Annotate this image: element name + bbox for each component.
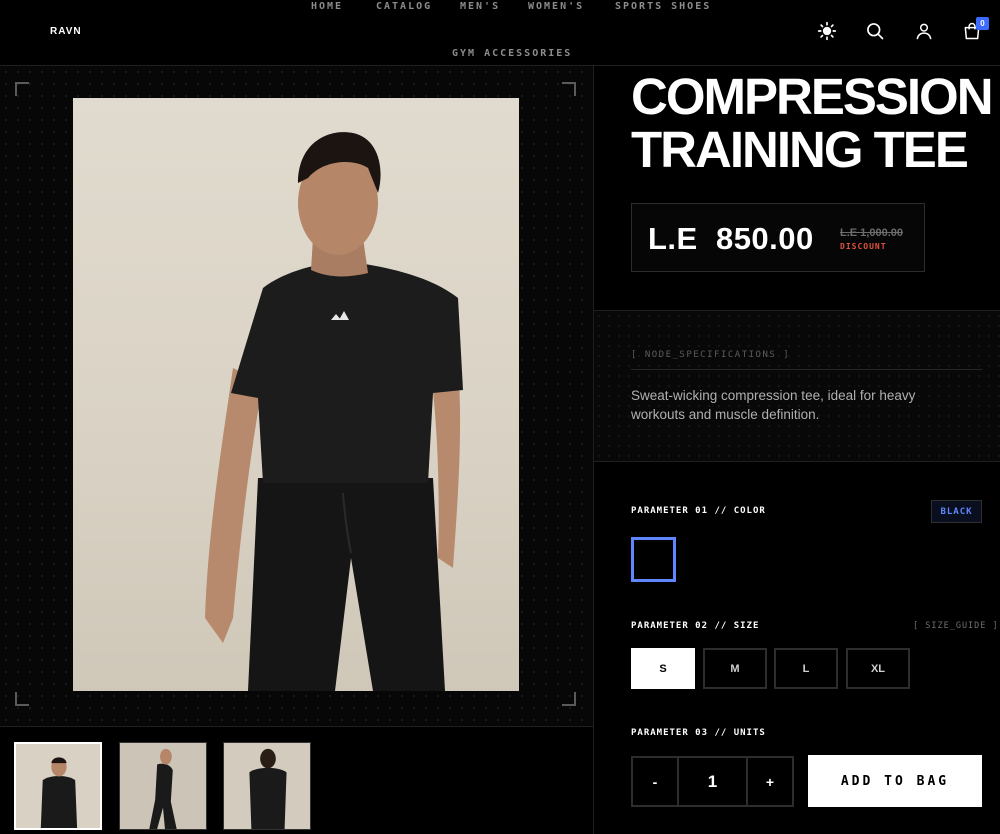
current-price: L.E 850.00	[648, 221, 814, 256]
specifications-rule	[631, 369, 982, 370]
nav-mens[interactable]: MEN'S	[460, 1, 500, 12]
selected-color-tag: BLACK	[931, 500, 982, 523]
original-price: L.E 1,000.00	[840, 227, 903, 239]
size-parameter-label: PARAMETER 02 // SIZE	[631, 621, 760, 631]
nav-gym-accessories[interactable]: GYM ACCESSORIES	[452, 48, 572, 59]
frame-corner	[562, 692, 576, 706]
quantity-increase-button[interactable]: +	[746, 758, 792, 805]
product-description: Sweat-wicking compression tee, ideal for…	[631, 388, 916, 422]
quantity-stepper: - 1 +	[631, 756, 794, 807]
price-box: L.E 850.00 L.E 1,000.00 DISCOUNT	[631, 203, 925, 272]
nav-catalog[interactable]: CATALOG	[376, 1, 432, 12]
discount-label: DISCOUNT	[840, 242, 887, 251]
cart-count-badge: 0	[976, 17, 989, 30]
size-option-s[interactable]: S	[631, 648, 695, 689]
size-guide-link[interactable]: [ SIZE_GUIDE ]	[913, 621, 999, 631]
thumbnail-front[interactable]	[14, 742, 102, 830]
main-product-image[interactable]	[73, 98, 519, 691]
nav-womens[interactable]: WOMEN'S	[528, 1, 584, 12]
units-parameter-label: PARAMETER 03 // UNITS	[631, 728, 766, 738]
product-title: COMPRESSION TRAINING TEE	[631, 68, 994, 178]
user-icon[interactable]	[913, 20, 935, 42]
frame-corner	[562, 82, 576, 96]
brand-logo[interactable]: RAVN	[50, 26, 82, 37]
frame-corner	[15, 692, 29, 706]
sun-icon[interactable]	[816, 20, 838, 42]
color-parameter-label: PARAMETER 01 // COLOR	[631, 506, 766, 516]
quantity-decrease-button[interactable]: -	[633, 758, 679, 805]
product-gallery	[0, 66, 593, 726]
product-title-line-1: COMPRESSION	[631, 68, 994, 125]
thumbnail-back[interactable]	[223, 742, 311, 830]
size-option-m[interactable]: M	[703, 648, 767, 689]
frame-corner	[15, 82, 29, 96]
size-option-xl[interactable]: XL	[846, 648, 910, 689]
color-swatch-black[interactable]	[631, 537, 676, 582]
add-to-bag-button[interactable]: ADD TO BAG	[808, 755, 982, 807]
section-divider	[594, 461, 1000, 462]
nav-home[interactable]: HOME	[311, 1, 343, 12]
product-title-line-2: TRAINING TEE	[631, 121, 969, 178]
size-option-l[interactable]: L	[774, 648, 838, 689]
search-icon[interactable]	[864, 20, 886, 42]
quantity-value[interactable]: 1	[679, 758, 746, 805]
thumbnail-strip	[0, 726, 593, 834]
site-header: RAVN HOME CATALOG MEN'S WOMEN'S SPORTS S…	[0, 0, 1000, 66]
nav-sports-shoes[interactable]: SPORTS SHOES	[615, 1, 711, 12]
specifications-heading: [ NODE_SPECIFICATIONS ]	[631, 350, 791, 360]
thumbnail-side[interactable]	[119, 742, 207, 830]
